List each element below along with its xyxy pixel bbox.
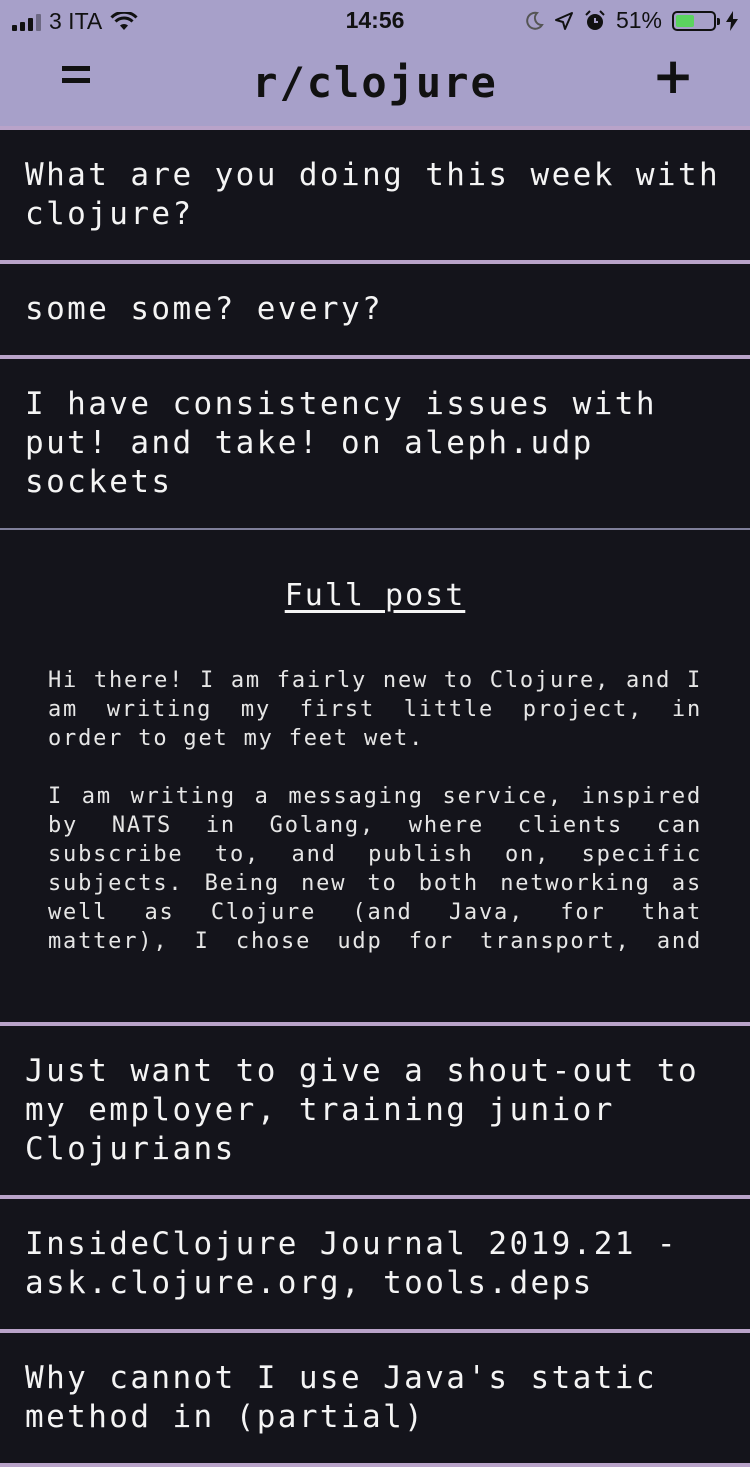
- post-item[interactable]: What are you doing this week with clojur…: [0, 130, 750, 264]
- post-item-expanded[interactable]: I have consistency issues with put! and …: [0, 359, 750, 530]
- moon-icon: [526, 11, 544, 30]
- post-body-text: Hi there! I am fairly new to Clojure, an…: [48, 668, 702, 954]
- battery-percent: 51%: [615, 7, 662, 33]
- post-item[interactable]: InsideClojure Journal 2019.21 - ask.cloj…: [0, 1199, 750, 1333]
- status-right: 51%: [524, 7, 738, 34]
- status-bar: 3 ITA 14:56 51%: [0, 0, 750, 40]
- post-item[interactable]: Why cannot I use Java's static method in…: [0, 1333, 750, 1467]
- post-item[interactable]: Just want to give a shout-out to my empl…: [0, 1026, 750, 1199]
- battery-fill: [676, 14, 694, 27]
- location-arrow-icon: [554, 11, 573, 30]
- post-item[interactable]: some some? every?: [0, 264, 750, 359]
- app-header: 3 ITA 14:56 51% r/clojure +: [0, 0, 750, 130]
- battery-icon: [672, 10, 720, 31]
- full-post-link[interactable]: Full post: [0, 578, 750, 613]
- post-list: What are you doing this week with clojur…: [0, 130, 750, 1467]
- subreddit-title: r/clojure: [252, 58, 498, 107]
- charging-bolt-icon: [726, 10, 738, 31]
- add-button[interactable]: +: [652, 51, 694, 101]
- post-preview: Full post Hi there! I am fairly new to C…: [0, 530, 750, 1026]
- navigation-bar: r/clojure +: [0, 40, 750, 126]
- alarm-icon: [585, 9, 605, 30]
